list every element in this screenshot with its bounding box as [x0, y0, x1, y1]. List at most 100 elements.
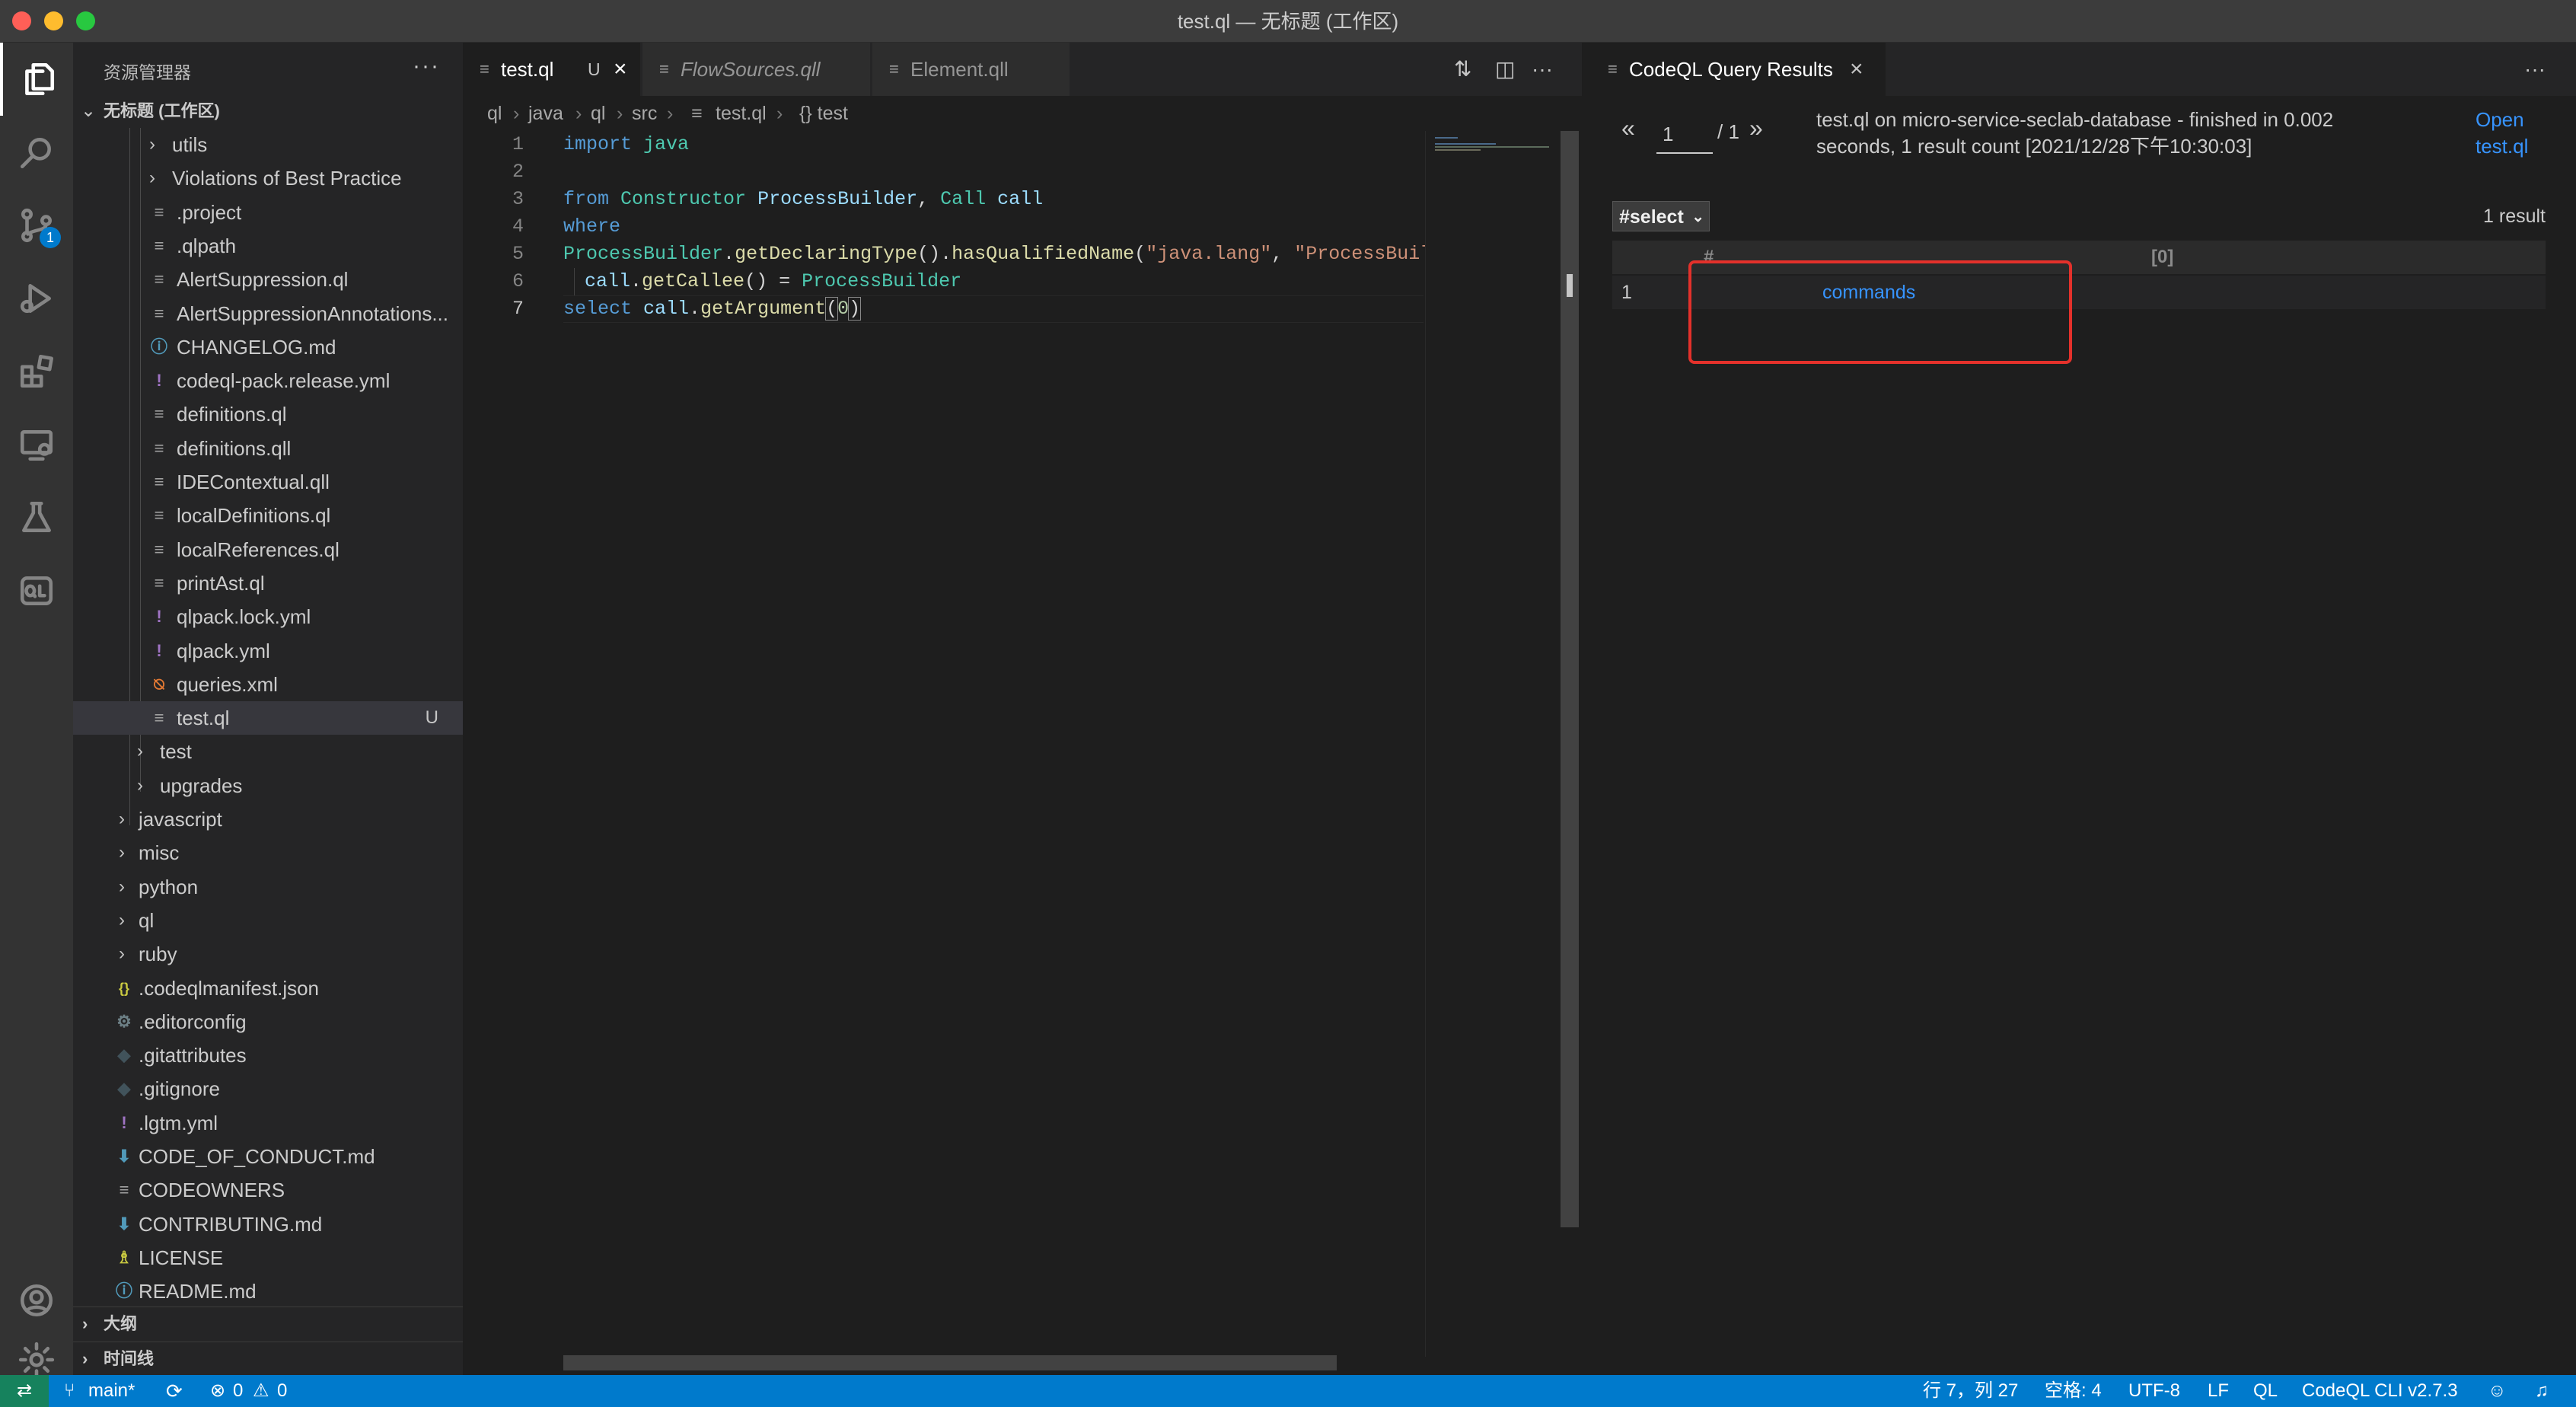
file-item[interactable]: ≡ CODEOWNERS: [73, 1173, 463, 1207]
file-item[interactable]: ≡ definitions.qll: [73, 432, 463, 465]
compare-changes-icon[interactable]: ⇅: [1454, 43, 1471, 96]
file-item[interactable]: {} .codeqlmanifest.json: [73, 972, 463, 1005]
codeql-button[interactable]: [0, 554, 73, 627]
feedback-icon[interactable]: ☺: [2488, 1375, 2507, 1407]
folder-item[interactable]: › utils: [73, 128, 463, 161]
outline-section[interactable]: › 大纲: [73, 1306, 463, 1340]
file-item[interactable]: ◆ .gitignore: [73, 1072, 463, 1106]
breadcrumb-item[interactable]: test.ql: [716, 96, 767, 131]
breadcrumb-item[interactable]: ql: [591, 96, 605, 131]
folder-item[interactable]: › ruby: [73, 937, 463, 971]
tab-flowsources-qll[interactable]: ≡ FlowSources.qll: [642, 43, 871, 96]
vertical-scrollbar[interactable]: [1561, 131, 1579, 1227]
tab-element-qll[interactable]: ≡ Element.qll: [872, 43, 1070, 96]
code-editor[interactable]: 1 2 3 4 5 6 7 import java from Construct…: [463, 131, 1465, 1357]
file-item[interactable]: ≡ test.ql U: [73, 701, 463, 735]
file-item[interactable]: ≡ localReferences.ql: [73, 533, 463, 566]
line-number: 5: [512, 243, 524, 265]
line-number: 2: [512, 161, 524, 183]
item-label: AlertSuppression.ql: [177, 268, 349, 292]
folder-item[interactable]: › ql: [73, 904, 463, 937]
accounts-button[interactable]: [0, 1264, 73, 1337]
remote-indicator[interactable]: ⇄: [0, 1375, 49, 1407]
item-label: test.ql: [177, 707, 230, 730]
open-link-line: test.ql: [2476, 135, 2529, 158]
notifications-icon[interactable]: ♫: [2535, 1375, 2549, 1407]
breadcrumb-item[interactable]: ql: [487, 96, 502, 131]
breadcrumb-item[interactable]: java: [528, 96, 563, 131]
result-set-select[interactable]: #select ⌄: [1612, 201, 1710, 231]
file-lines-icon: ≡: [691, 103, 703, 124]
end-of-line[interactable]: LF: [2208, 1375, 2229, 1407]
item-label: misc: [139, 841, 180, 865]
file-item[interactable]: ⍉ queries.xml: [73, 668, 463, 701]
panel-more-icon[interactable]: ···: [2524, 43, 2546, 96]
open-query-link[interactable]: Open test.ql: [2476, 107, 2528, 160]
explorer-more-icon[interactable]: ···: [413, 53, 440, 79]
timeline-label: 时间线: [104, 1349, 155, 1368]
folder-item[interactable]: › Violations of Best Practice: [73, 161, 463, 195]
file-item[interactable]: ≡ IDEContextual.qll: [73, 465, 463, 499]
extensions-button[interactable]: [0, 335, 73, 408]
more-actions-icon[interactable]: ···: [1532, 43, 1553, 96]
horizontal-scrollbar[interactable]: [563, 1355, 1337, 1370]
codeql-cli-version[interactable]: CodeQL CLI v2.7.3: [2302, 1375, 2458, 1407]
run-debug-button[interactable]: [0, 262, 73, 335]
file-item[interactable]: ⚙ .editorconfig: [73, 1005, 463, 1038]
file-item[interactable]: ≡ localDefinitions.ql: [73, 499, 463, 532]
folder-item[interactable]: › python: [73, 870, 463, 904]
file-item[interactable]: ⬇ CONTRIBUTING.md: [73, 1208, 463, 1241]
folder-item[interactable]: › upgrades: [73, 769, 463, 802]
close-tab-icon[interactable]: ×: [614, 43, 627, 96]
file-item[interactable]: ≡ AlertSuppressionAnnotations...: [73, 297, 463, 330]
file-item[interactable]: ⓘ README.md: [73, 1275, 463, 1308]
folder-item[interactable]: › test: [73, 735, 463, 768]
line-number: 6: [512, 270, 524, 292]
testing-button[interactable]: [0, 481, 73, 554]
language-mode[interactable]: QL: [2253, 1375, 2278, 1407]
file-item[interactable]: ⬇ CODE_OF_CONDUCT.md: [73, 1140, 463, 1173]
query-info-line: test.ql on micro-service-seclab-database…: [1816, 108, 2334, 131]
indentation[interactable]: 空格: 4: [2045, 1375, 2102, 1407]
file-item[interactable]: ≡ .qlpath: [73, 229, 463, 263]
file-item[interactable]: ! qlpack.lock.yml: [73, 600, 463, 633]
file-item[interactable]: ≡ definitions.ql: [73, 397, 463, 431]
file-item[interactable]: ◆ .gitattributes: [73, 1038, 463, 1072]
file-item[interactable]: ♗ LICENSE: [73, 1241, 463, 1275]
file-item[interactable]: ! qlpack.yml: [73, 634, 463, 668]
folder-item[interactable]: › javascript: [73, 802, 463, 836]
workspace-root[interactable]: ⌄ 无标题 (工作区): [73, 94, 463, 128]
chevron-down-icon: ⌄: [81, 100, 97, 121]
search-button[interactable]: [0, 116, 73, 189]
split-editor-icon[interactable]: ◫: [1495, 43, 1515, 96]
tab-test-ql[interactable]: ≡ test.ql U ×: [463, 43, 641, 96]
file-item[interactable]: ! codeql-pack.release.yml: [73, 364, 463, 397]
file-item[interactable]: ≡ printAst.ql: [73, 566, 463, 600]
close-tab-icon[interactable]: ×: [1850, 43, 1863, 96]
file-item[interactable]: ! .lgtm.yml: [73, 1106, 463, 1140]
file-item[interactable]: ≡ .project: [73, 196, 463, 229]
account-icon: [20, 1284, 53, 1317]
tab-codeql-query-results[interactable]: ≡ CodeQL Query Results ×: [1582, 43, 1886, 96]
encoding[interactable]: UTF-8: [2128, 1375, 2180, 1407]
gear-icon: ⚙: [116, 1011, 132, 1031]
warning-icon[interactable]: ⚠: [253, 1375, 269, 1407]
sync-icon[interactable]: ⟳: [166, 1375, 183, 1407]
timeline-section[interactable]: › 时间线: [73, 1342, 463, 1375]
explorer-button[interactable]: [0, 43, 73, 116]
branch-name[interactable]: main*: [88, 1375, 135, 1407]
remote-explorer-button[interactable]: [0, 408, 73, 481]
minimap[interactable]: [1425, 131, 1562, 1357]
cursor-position[interactable]: 行 7，列 27: [1923, 1375, 2018, 1407]
file-lines-icon: ≡: [889, 59, 899, 78]
page-number-input[interactable]: 1: [1656, 114, 1713, 154]
breadcrumb-item[interactable]: src: [632, 96, 657, 131]
file-item[interactable]: ≡ AlertSuppression.ql: [73, 263, 463, 296]
error-icon[interactable]: ⊗: [210, 1375, 225, 1407]
folder-item[interactable]: › misc: [73, 836, 463, 869]
file-item[interactable]: ⓘ CHANGELOG.md: [73, 330, 463, 364]
source-control-button[interactable]: 1: [0, 189, 73, 262]
prev-page-button[interactable]: «: [1621, 114, 1635, 142]
breadcrumb-item[interactable]: {} test: [799, 96, 848, 131]
next-page-button[interactable]: »: [1749, 114, 1763, 142]
